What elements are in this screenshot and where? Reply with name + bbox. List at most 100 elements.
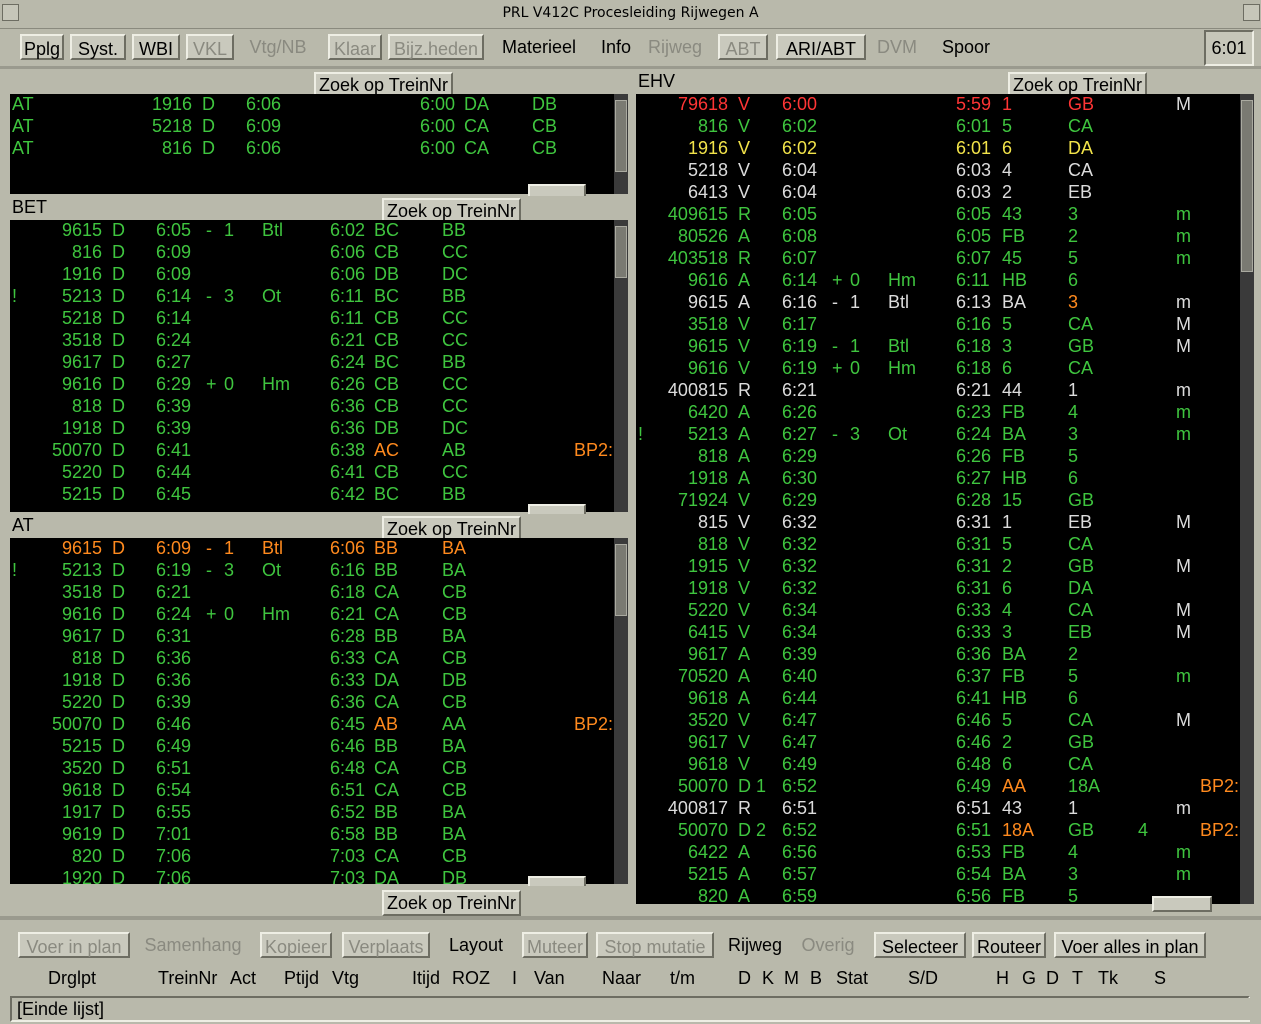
menu-materieel[interactable]: Materieel	[492, 34, 586, 60]
train-row[interactable]: 9618 D 6:54 6:51 CA CB	[10, 780, 614, 802]
bet-scrollbar[interactable]	[614, 220, 628, 512]
train-row[interactable]: 1915 V 6:32 6:31 2 GB M	[636, 556, 1240, 578]
train-row[interactable]: 409615 R 6:05 6:05 43 3 m	[636, 204, 1240, 226]
train-row[interactable]: AT 816 D 6:06 6:00 CA CB	[10, 138, 614, 160]
train-row[interactable]: 9615 A 6:16-1 Btl 6:13 BA 3 m	[636, 292, 1240, 314]
col-header-stat[interactable]: Stat	[836, 968, 868, 989]
train-row[interactable]: 820 D 7:06 7:03 CA CB	[10, 846, 614, 868]
train-row[interactable]: 3518 D 6:21 6:18 CA CB	[10, 582, 614, 604]
train-row[interactable]: 9618 V 6:49 6:48 6 CA	[636, 754, 1240, 776]
scroll-thumb[interactable]	[615, 100, 627, 172]
menu-spoor[interactable]: Spoor	[934, 34, 998, 60]
train-row[interactable]: 5218 V 6:04 6:03 4 CA	[636, 160, 1240, 182]
menu-vtg-nb[interactable]: Vtg/NB	[240, 34, 316, 60]
col-header-treinnr[interactable]: TreinNr	[158, 968, 217, 989]
train-row[interactable]: 9616 D 6:29 +0 Hm 6:26 CB CC	[10, 374, 614, 396]
train-row[interactable]: 400817 R 6:51 6:51 43 1 m	[636, 798, 1240, 820]
at-top-scrollbar[interactable]	[614, 94, 628, 194]
col-header-s[interactable]: S	[1154, 968, 1166, 989]
train-row[interactable]: 50070 D 1 6:52 6:49 AA 18A BP2:	[636, 776, 1240, 798]
train-row[interactable]: 818 D 6:36 6:33 CA CB	[10, 648, 614, 670]
train-row[interactable]: 3518 V 6:17 6:16 5 CA M	[636, 314, 1240, 336]
train-row[interactable]: 818 D 6:39 6:36 CB CC	[10, 396, 614, 418]
col-header-k[interactable]: K	[762, 968, 774, 989]
col-header-ptijd[interactable]: Ptijd	[284, 968, 319, 989]
train-row[interactable]: ! 5213 D 6:19-3 Ot 6:16 BB BA	[10, 560, 614, 582]
train-row[interactable]: 50070 D 6:46 6:45 AB AA BP2:	[10, 714, 614, 736]
col-header-b[interactable]: B	[810, 968, 822, 989]
train-row[interactable]: 9616 D 6:24 +0 Hm 6:21 CA CB	[10, 604, 614, 626]
scroll-thumb[interactable]	[615, 544, 627, 616]
action-verplaats[interactable]: Verplaats	[342, 932, 430, 958]
col-header-roz[interactable]: ROZ	[452, 968, 490, 989]
at-scrollbar[interactable]	[614, 538, 628, 884]
train-row[interactable]: 5220 V 6:34 6:33 4 CA M	[636, 600, 1240, 622]
col-header-h[interactable]: H	[996, 968, 1009, 989]
col-header-g[interactable]: G	[1022, 968, 1036, 989]
menu-abt[interactable]: ABT	[718, 34, 768, 60]
train-row[interactable]: 1918 D 6:39 6:36 DB DC	[10, 418, 614, 440]
train-row[interactable]: 3518 D 6:24 6:21 CB CC	[10, 330, 614, 352]
col-header-s-d[interactable]: S/D	[908, 968, 938, 989]
train-row[interactable]: 400815 R 6:21 6:21 44 1 m	[636, 380, 1240, 402]
train-row[interactable]: 1916 D 6:09 6:06 DB DC	[10, 264, 614, 286]
col-header-act[interactable]: Act	[230, 968, 256, 989]
train-row[interactable]: 9617 V 6:47 6:46 2 GB	[636, 732, 1240, 754]
col-header-van[interactable]: Van	[534, 968, 565, 989]
col-header-tk[interactable]: Tk	[1098, 968, 1118, 989]
scroll-thumb[interactable]	[615, 226, 627, 278]
train-row[interactable]: 1918 D 6:36 6:33 DA DB	[10, 670, 614, 692]
train-row[interactable]: 818 A 6:29 6:26 FB 5	[636, 446, 1240, 468]
train-row[interactable]: 820 A 6:59 6:56 FB 5	[636, 886, 1240, 904]
column-separator[interactable]	[628, 70, 636, 916]
action-muteer[interactable]: Muteer	[522, 932, 588, 958]
action-selecteer[interactable]: Selecteer	[874, 932, 966, 958]
train-row[interactable]: 5215 A 6:57 6:54 BA 3 m	[636, 864, 1240, 886]
train-row[interactable]: 6415 V 6:34 6:33 3 EB M	[636, 622, 1240, 644]
train-row[interactable]: AT 1916 D 6:06 6:00 DA DB	[10, 94, 614, 116]
menu-bijz-heden[interactable]: Bijz.heden	[388, 34, 484, 60]
train-row[interactable]: 79618 V 6:00 5:59 1 GB M	[636, 94, 1240, 116]
action-voer-in-plan[interactable]: Voer in plan	[18, 932, 130, 958]
train-row[interactable]: 815 V 6:32 6:31 1 EB M	[636, 512, 1240, 534]
menu-info[interactable]: Info	[594, 34, 638, 60]
menu-ari-abt[interactable]: ARI/ABT	[776, 34, 866, 60]
train-row[interactable]: 1918 V 6:32 6:31 6 DA	[636, 578, 1240, 600]
train-row[interactable]: 6420 A 6:26 6:23 FB 4 m	[636, 402, 1240, 424]
train-row[interactable]: 9615 D 6:09-1 Btl 6:06 BB BA	[10, 538, 614, 560]
train-row[interactable]: 50070 D 6:41 6:38 AC AB BP2:	[10, 440, 614, 462]
col-header-naar[interactable]: Naar	[602, 968, 641, 989]
menu-rijweg[interactable]: Rijweg	[642, 34, 708, 60]
action-stop-mutatie[interactable]: Stop mutatie	[596, 932, 714, 958]
menu-dvm[interactable]: DVM	[870, 34, 924, 60]
window-maximize-icon[interactable]	[1243, 4, 1260, 21]
train-row[interactable]: 3520 V 6:47 6:46 5 CA M	[636, 710, 1240, 732]
ehv-scrollbar[interactable]	[1240, 94, 1254, 904]
col-header-i[interactable]: I	[512, 968, 517, 989]
action-routeer[interactable]: Routeer	[972, 932, 1046, 958]
train-row[interactable]: 816 D 6:09 6:06 CB CC	[10, 242, 614, 264]
col-header-t[interactable]: T	[1072, 968, 1083, 989]
train-row[interactable]: 3520 D 6:51 6:48 CA CB	[10, 758, 614, 780]
train-row[interactable]: 1917 D 6:55 6:52 BB BA	[10, 802, 614, 824]
train-row[interactable]: 9617 D 6:27 6:24 BC BB	[10, 352, 614, 374]
menu-vkl[interactable]: VKL	[186, 34, 234, 60]
col-header-t-m[interactable]: t/m	[670, 968, 695, 989]
train-row[interactable]: 9615 V 6:19-1 Btl 6:18 3 GB M	[636, 336, 1240, 358]
train-row[interactable]: 9617 D 6:31 6:28 BB BA	[10, 626, 614, 648]
train-row[interactable]: ! 5213 A 6:27-3 Ot 6:24 BA 3 m	[636, 424, 1240, 446]
menu-syst-[interactable]: Syst.	[70, 34, 126, 60]
train-row[interactable]: 5220 D 6:39 6:36 CA CB	[10, 692, 614, 714]
train-row[interactable]: 1916 V 6:02 6:01 6 DA	[636, 138, 1240, 160]
train-row[interactable]: 9617 A 6:39 6:36 BA 2	[636, 644, 1240, 666]
action-voer-alles-in-plan[interactable]: Voer alles in plan	[1054, 932, 1206, 958]
train-row[interactable]: 71924 V 6:29 6:28 15 GB	[636, 490, 1240, 512]
train-row[interactable]: 5215 D 6:45 6:42 BC BB	[10, 484, 614, 506]
col-header-drglpt[interactable]: Drglpt	[48, 968, 96, 989]
train-row[interactable]: 1920 D 7:06 7:03 DA DB	[10, 868, 614, 884]
action-kopieer[interactable]: Kopieer	[260, 932, 332, 958]
zoek-trein-button-4[interactable]: Zoek op TreinNr	[382, 890, 522, 916]
train-row[interactable]: 9616 V 6:19 +0 Hm 6:18 6 CA	[636, 358, 1240, 380]
menu-pplg[interactable]: Pplg	[20, 34, 64, 60]
col-header-itijd[interactable]: Itijd	[412, 968, 440, 989]
